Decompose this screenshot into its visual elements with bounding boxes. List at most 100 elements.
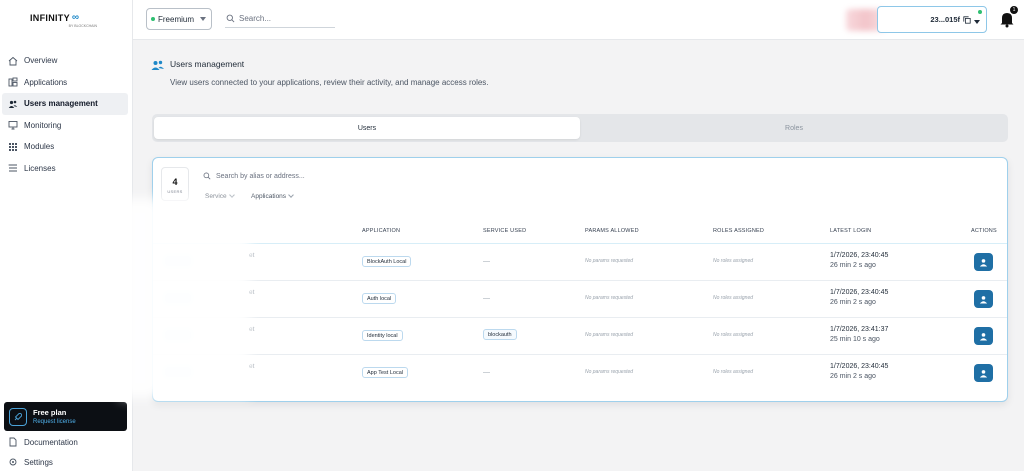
roles-assigned: No roles assigned [713, 332, 754, 338]
settings-label: Settings [24, 457, 53, 467]
search-input[interactable]: Search... [225, 9, 335, 28]
application-badge: BlockAuth Local [362, 256, 412, 267]
gear-icon [8, 457, 18, 467]
users-count: 4 [172, 177, 178, 187]
table-row[interactable]: et Auth local — No params requested No r… [153, 281, 1007, 318]
params-allowed: No params requested [585, 258, 634, 264]
privacy-blur-overlay [120, 198, 250, 398]
plan-select-value: Freemium [158, 14, 195, 24]
wallet-selector[interactable]: 23...015f [877, 6, 987, 33]
sidebar-item-applications[interactable]: Applications [2, 72, 128, 94]
search-icon [226, 14, 235, 22]
page-description: View users connected to your application… [170, 78, 489, 87]
column-header-service: Service used [483, 228, 527, 234]
filter-applications[interactable]: Applications [251, 192, 294, 200]
users-icon [8, 99, 18, 109]
brand-logo[interactable]: INFINITY ∞ BY BLOCKCHAIN [30, 12, 105, 30]
chevron-down-icon [974, 19, 980, 24]
sidebar-item-label: Overview [24, 56, 58, 66]
home-icon [8, 56, 18, 66]
sidebar-nav: Overview Applications Users management M… [2, 50, 128, 179]
manage-user-button[interactable] [974, 364, 993, 382]
brand-name: INFINITY [30, 12, 70, 23]
latest-login-date: 1/7/2026, 23:40:45 [830, 363, 889, 370]
sidebar-item-label: Licenses [24, 163, 56, 173]
table-row[interactable]: et BlockAuth Local — No params requested… [153, 244, 1007, 281]
params-allowed: No params requested [585, 295, 634, 301]
free-plan-card[interactable]: Free plan Request license [4, 402, 127, 431]
latest-login-ago: 26 min 2 s ago [830, 262, 876, 269]
users-panel: 4 USERS Search by alias or address... Se… [152, 157, 1008, 402]
application-badge: Auth local [362, 293, 397, 304]
latest-login-ago: 26 min 2 s ago [830, 299, 876, 306]
service-badge: blockauth [483, 329, 517, 340]
sidebar-item-modules[interactable]: Modules [2, 136, 128, 158]
status-dot-icon [151, 17, 155, 21]
service-used: — [483, 369, 490, 376]
sidebar-item-users-management[interactable]: Users management [2, 93, 128, 115]
latest-login-ago: 25 min 10 s ago [830, 336, 880, 343]
list-icon [8, 163, 18, 173]
connected-dot-icon [978, 10, 982, 14]
search-placeholder: Search... [239, 13, 272, 23]
latest-login-date: 1/7/2026, 23:40:45 [830, 252, 889, 259]
rocket-icon [9, 407, 27, 426]
roles-assigned: No roles assigned [713, 258, 754, 264]
wallet-address: 23...015f [930, 15, 960, 24]
table-row[interactable]: et App Test Local — No params requested … [153, 355, 1007, 392]
latest-login-date: 1/7/2026, 23:40:45 [830, 289, 889, 296]
documentation-link[interactable]: Documentation [8, 435, 78, 449]
service-used: — [483, 295, 490, 302]
column-header-params: Params allowed [585, 228, 639, 234]
chevron-down-icon [200, 17, 206, 21]
sidebar-item-label: Applications [24, 77, 68, 87]
document-icon [8, 437, 18, 447]
sidebar-item-overview[interactable]: Overview [2, 50, 128, 72]
manage-user-button[interactable] [974, 253, 993, 271]
grid-icon [8, 142, 18, 152]
manage-user-button[interactable] [974, 290, 993, 308]
sidebar-item-licenses[interactable]: Licenses [2, 158, 128, 180]
plan-title: Free plan [33, 408, 67, 417]
copy-icon[interactable] [963, 15, 971, 24]
params-allowed: No params requested [585, 332, 634, 338]
chevron-down-icon [288, 192, 294, 198]
params-allowed: No params requested [585, 369, 634, 375]
column-header-application: Application [362, 228, 401, 234]
roles-assigned: No roles assigned [713, 295, 754, 301]
chevron-down-icon [228, 192, 235, 198]
column-header-roles: Roles assigned [713, 228, 765, 234]
plan-select[interactable]: Freemium [146, 8, 212, 30]
tab-users[interactable]: Users [154, 117, 580, 139]
latest-login-ago: 26 min 2 s ago [830, 373, 876, 380]
users-count-box: 4 USERS [161, 167, 189, 201]
settings-link[interactable]: Settings [8, 455, 53, 469]
users-search-input[interactable]: Search by alias or address... [198, 167, 1000, 185]
latest-login-date: 1/7/2026, 23:41:37 [830, 326, 889, 333]
tabs: Users Roles [152, 114, 1008, 142]
application-badge: App Test Local [362, 367, 408, 378]
search-icon [203, 172, 211, 180]
column-header-actions: Actions [971, 228, 997, 234]
infinity-icon: ∞ [71, 12, 80, 23]
manage-user-button[interactable] [974, 327, 993, 345]
sidebar-item-monitoring[interactable]: Monitoring [2, 115, 128, 137]
sidebar-item-label: Modules [24, 142, 55, 152]
documentation-label: Documentation [24, 437, 78, 447]
sidebar-item-label: Users management [24, 99, 98, 109]
sidebar: INFINITY ∞ BY BLOCKCHAIN Overview Applic… [0, 0, 133, 471]
users-count-label: USERS [167, 189, 183, 194]
monitor-icon [8, 120, 18, 130]
brand-subtitle: BY BLOCKCHAIN [68, 24, 97, 28]
users-icon [151, 60, 164, 70]
user-icon [979, 295, 988, 304]
user-icon [979, 369, 988, 378]
request-license-link[interactable]: Request license [33, 419, 76, 425]
sidebar-item-label: Monitoring [24, 120, 62, 130]
page-title: Users management [170, 59, 245, 69]
tab-roles[interactable]: Roles [582, 117, 1006, 139]
top-bar: Freemium Search... 23...015f 1 [133, 0, 1024, 40]
service-used: — [483, 258, 490, 265]
users-search-placeholder: Search by alias or address... [216, 172, 305, 180]
table-row[interactable]: et Identity local blockauth No params re… [153, 318, 1007, 355]
